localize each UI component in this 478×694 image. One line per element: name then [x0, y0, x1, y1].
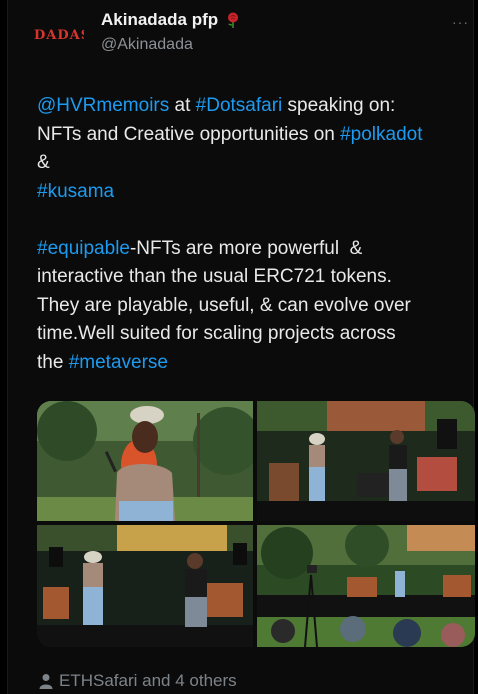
- avatar-logo: DADAS: [34, 28, 84, 43]
- tweet-link[interactable]: #polkadot: [340, 124, 422, 145]
- tweet-text: @HVRmemoirs at #Dotsafari speaking on: N…: [37, 92, 477, 377]
- person-icon: [39, 674, 53, 689]
- photo-stage-wide[interactable]: [37, 525, 253, 647]
- photo-speaker-closeup[interactable]: [37, 401, 253, 521]
- author-name-row[interactable]: Akinadada pfp: [101, 10, 242, 30]
- avatar[interactable]: DADAS: [29, 14, 87, 54]
- rose-icon: [228, 12, 239, 28]
- author-name[interactable]: Akinadada pfp: [101, 10, 218, 30]
- tweet-link[interactable]: #Dotsafari: [196, 95, 283, 116]
- tweet-text-span: at: [169, 95, 196, 116]
- tweet-link[interactable]: #metaverse: [69, 352, 168, 373]
- media-grid[interactable]: [37, 401, 475, 647]
- tweet-card[interactable]: DADAS Akinadada pfp @Akinadada ··· @HVRm…: [7, 0, 477, 694]
- more-icon[interactable]: ···: [452, 14, 469, 30]
- author-handle[interactable]: @Akinadada: [101, 36, 193, 54]
- svg-text:DADAS: DADAS: [34, 28, 84, 43]
- liked-by-text[interactable]: ETHSafari and 4 others: [59, 671, 237, 691]
- photo-audience-view[interactable]: [257, 525, 475, 647]
- liked-by[interactable]: ETHSafari and 4 others: [39, 671, 237, 691]
- tweet-link[interactable]: #kusama: [37, 181, 114, 202]
- tweet-text-span: &: [37, 152, 50, 173]
- tweet-link[interactable]: @HVRmemoirs: [37, 95, 169, 116]
- photo-stage-two-speakers[interactable]: [257, 401, 475, 521]
- tweet-link[interactable]: #equipable: [37, 238, 130, 259]
